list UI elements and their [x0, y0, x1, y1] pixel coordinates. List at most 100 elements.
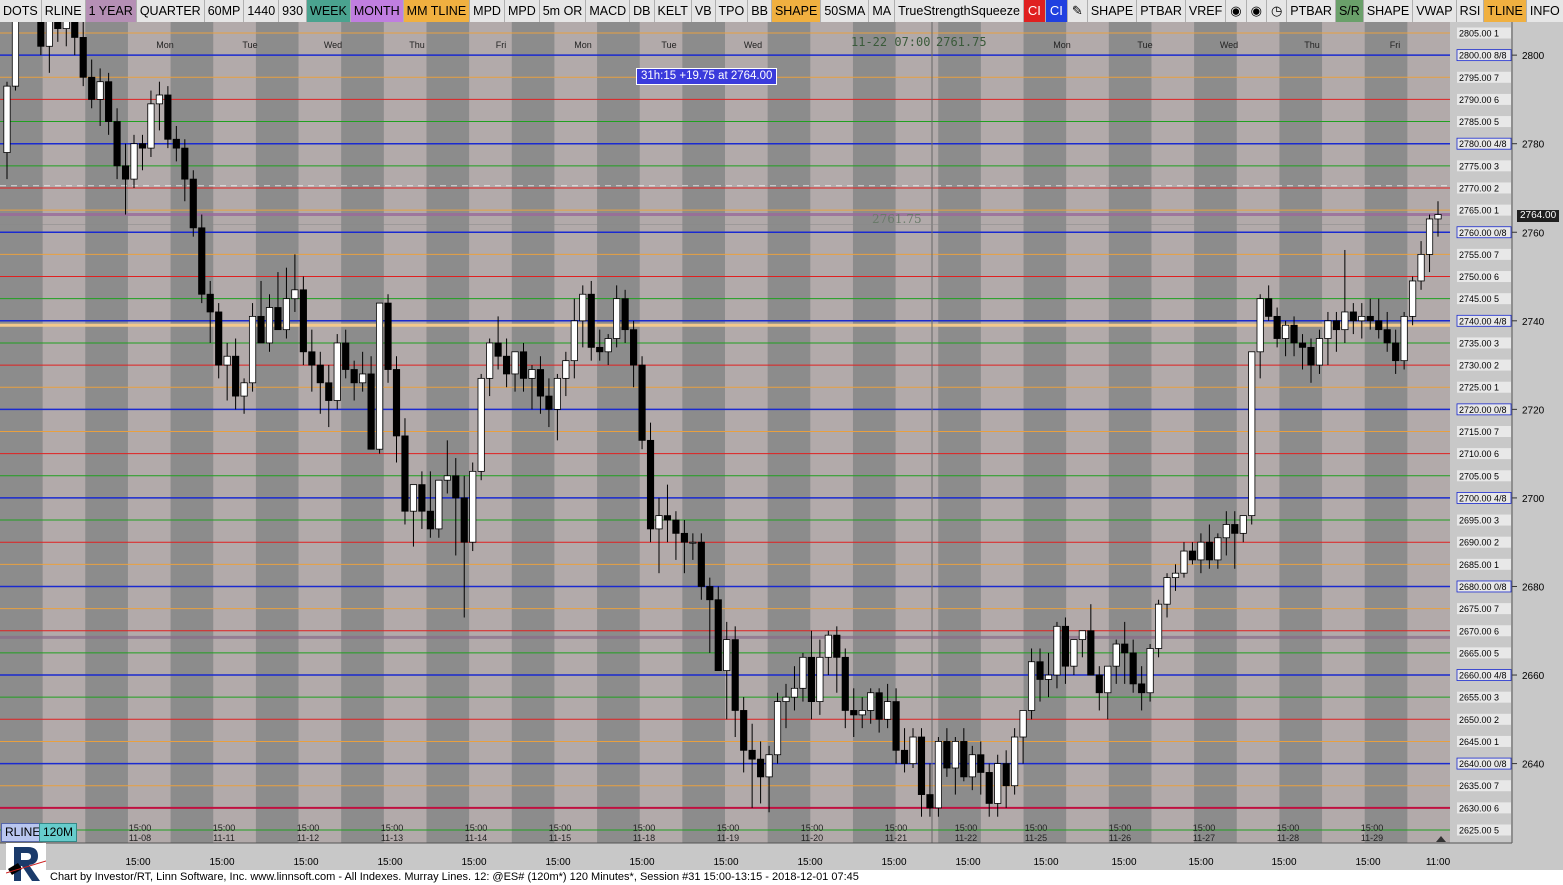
toolbar-button-31[interactable]: ◷ — [1266, 0, 1288, 22]
price-chart[interactable]: 2805.00 1 2800.00 8/8 2795.00 7 2790.00 6 27… — [0, 22, 1563, 870]
candle-body — [392, 369, 401, 437]
candle-body — [206, 293, 214, 313]
toolbar-button-3[interactable]: QUARTER — [136, 0, 205, 22]
toolbar-button-15[interactable]: KELT — [654, 0, 692, 22]
time-axis-label: 15:00 — [293, 857, 318, 868]
murray-level-label: 2700.00 4/8 — [1459, 493, 1507, 503]
toolbar-button-28[interactable]: VREF — [1185, 0, 1227, 22]
toolbar-button-0[interactable]: DOTS — [0, 0, 42, 22]
toolbar-button-20[interactable]: 50SMA — [821, 0, 870, 22]
toolbar-button-16[interactable]: VB — [691, 0, 716, 22]
toolbar-button-9[interactable]: MM TLINE — [403, 0, 471, 22]
time-axis-label: 15:00 — [713, 857, 738, 868]
session-time-label: 15:00 — [297, 823, 320, 833]
price-tick-label: 2720 — [1522, 405, 1545, 416]
toolbar-button-29[interactable]: ◉ — [1226, 0, 1247, 22]
candle-body — [1163, 577, 1171, 605]
candle-body — [740, 710, 748, 751]
candle-body — [155, 94, 163, 105]
murray-level-label: 2750.00 6 — [1459, 272, 1499, 282]
candle-body — [1070, 639, 1078, 667]
session-time-label: 15:00 — [885, 823, 908, 833]
session-band — [1236, 22, 1280, 843]
toolbar-button-32[interactable]: PTBAR — [1287, 0, 1336, 22]
candle-body — [1400, 315, 1408, 362]
candle-body — [1341, 311, 1349, 331]
candle-body — [545, 395, 553, 410]
candle-body — [596, 346, 604, 353]
toolbar-button-11[interactable]: MPD — [504, 0, 540, 22]
toolbar-button-7[interactable]: WEEK — [307, 0, 351, 22]
session-date-label: 11-22 — [955, 833, 977, 843]
candle-body — [401, 435, 409, 512]
toolbar-button-10[interactable]: MPD — [470, 0, 505, 22]
session-time-label: 15:00 — [955, 823, 978, 833]
candle-body — [1053, 625, 1061, 676]
candle-body — [62, 22, 70, 29]
candle-body — [892, 701, 900, 751]
session-time-label: 15:00 — [129, 823, 152, 833]
candle-body — [384, 302, 392, 370]
murray-level-label: 2725.00 1 — [1459, 383, 1499, 393]
toolbar-button-30[interactable]: ◉ — [1246, 0, 1267, 22]
candle-body — [782, 696, 790, 702]
toolbar-button-1[interactable]: RLINE — [41, 0, 86, 22]
toolbar-button-36[interactable]: RSI — [1456, 0, 1485, 22]
toolbar-button-12[interactable]: 5m OR — [539, 0, 587, 22]
toolbar-button-34[interactable]: SHAPE — [1363, 0, 1414, 22]
candle-body — [172, 138, 180, 149]
toolbar-button-8[interactable]: MONTH — [350, 0, 404, 22]
time-axis-label: 15:00 — [377, 857, 402, 868]
toolbar-button-14[interactable]: DB — [630, 0, 655, 22]
candle-body — [54, 22, 62, 29]
candle-body — [79, 37, 87, 78]
linnsoft-logo-icon — [6, 843, 46, 885]
toolbar-button-27[interactable]: PTBAR — [1137, 0, 1186, 22]
candle-body — [528, 369, 536, 379]
toolbar-button-33[interactable]: S/R — [1335, 0, 1364, 22]
toolbar-button-35[interactable]: VWAP — [1413, 0, 1457, 22]
toolbar-button-2[interactable]: 1 YEAR — [85, 0, 137, 22]
session-date-label: 11-21 — [885, 833, 907, 843]
toolbar-button-22[interactable]: TrueStrengthSqueeze — [895, 0, 1024, 22]
session-band — [1322, 22, 1366, 843]
session-band — [639, 22, 683, 843]
candle-body — [697, 541, 705, 587]
session-time-label: 15:00 — [633, 823, 656, 833]
candle-body — [1248, 351, 1256, 517]
candle-body — [706, 586, 714, 601]
candle-body — [232, 355, 240, 397]
session-date-label: 11-08 — [129, 833, 151, 843]
session-band — [469, 22, 513, 843]
toolbar-button-13[interactable]: MACD — [586, 0, 631, 22]
candle-body — [1180, 550, 1188, 574]
time-axis-label: 15:00 — [1271, 857, 1296, 868]
candle-body — [604, 338, 612, 353]
toolbar-button-18[interactable]: BB — [748, 0, 772, 22]
toolbar-button-4[interactable]: 60MP — [204, 0, 245, 22]
candle-body — [291, 289, 299, 300]
murray-level-label: 2800.00 8/8 — [1459, 51, 1507, 61]
candle-body — [71, 22, 79, 38]
toolbar-button-17[interactable]: TPO — [715, 0, 749, 22]
toolbar-button-5[interactable]: 1440 — [244, 0, 280, 22]
candle-body — [790, 687, 799, 698]
candle-body — [807, 656, 815, 702]
rline-badge[interactable]: RLINE — [1, 823, 45, 842]
candle-body — [1383, 329, 1391, 344]
time-axis-label: 15:00 — [1033, 857, 1058, 868]
toolbar-button-25[interactable]: ✎ — [1067, 0, 1088, 22]
candle-body — [799, 656, 807, 689]
toolbar-button-23[interactable]: CI — [1023, 0, 1046, 22]
toolbar-button-24[interactable]: CI — [1045, 0, 1068, 22]
toolbar-button-19[interactable]: SHAPE — [771, 0, 822, 22]
toolbar-button-37[interactable]: TLINE — [1484, 0, 1527, 22]
candle-body — [858, 710, 866, 716]
murray-level-label: 2775.00 3 — [1459, 161, 1499, 171]
toolbar-button-38[interactable]: INFO — [1526, 0, 1563, 22]
candle-body — [943, 741, 951, 769]
toolbar-button-6[interactable]: 930 — [279, 0, 308, 22]
toolbar-button-21[interactable]: MA — [869, 0, 896, 22]
toolbar-button-26[interactable]: SHAPE — [1087, 0, 1138, 22]
period-badge[interactable]: 120M — [39, 823, 78, 842]
